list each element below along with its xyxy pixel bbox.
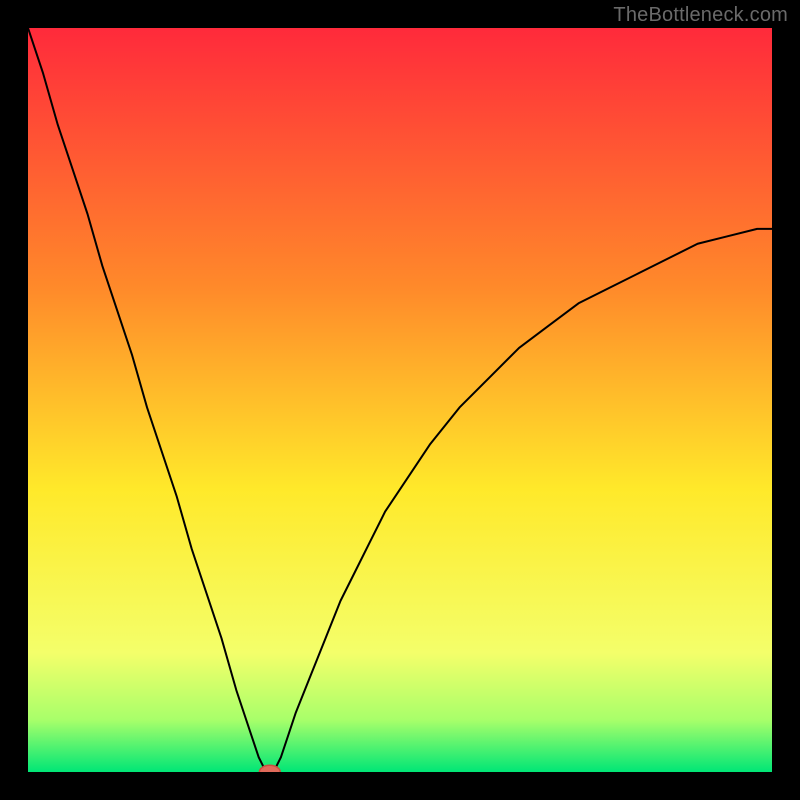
watermark-text: TheBottleneck.com	[613, 4, 788, 27]
chart-container: { "watermark": "TheBottleneck.com", "col…	[0, 0, 800, 800]
bottleneck-chart	[28, 28, 772, 772]
chart-background-gradient	[28, 28, 772, 772]
